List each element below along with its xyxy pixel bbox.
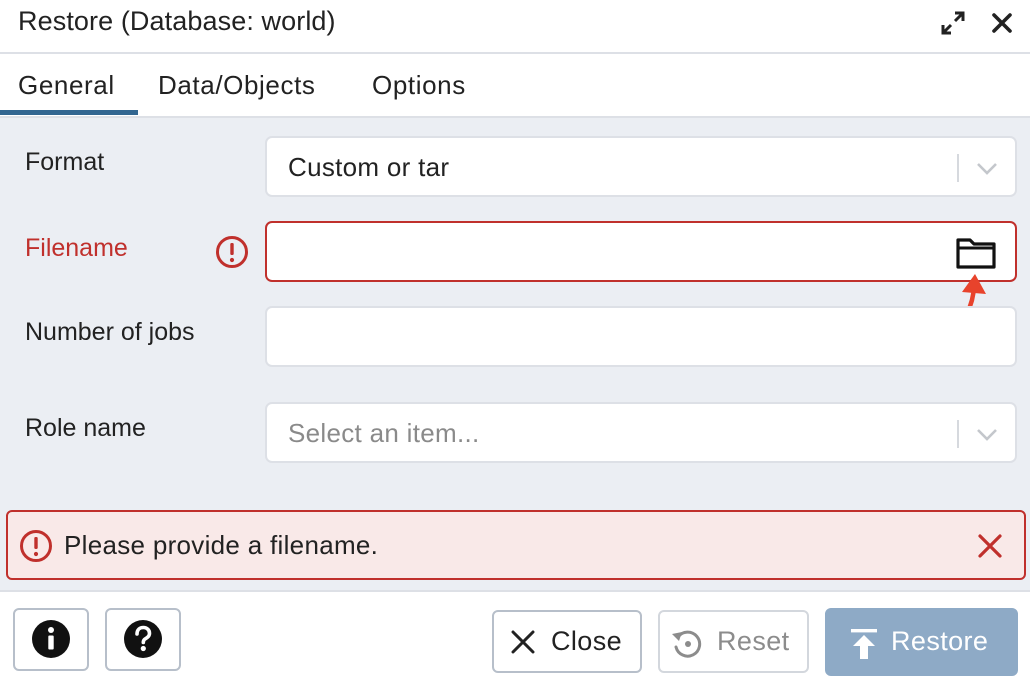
close-icon[interactable] bbox=[976, 532, 1004, 560]
chevron-down-icon[interactable] bbox=[973, 156, 1001, 180]
active-tab-indicator bbox=[0, 110, 138, 115]
jobs-label: Number of jobs bbox=[25, 318, 195, 346]
close-icon bbox=[511, 630, 535, 654]
filename-label: Filename bbox=[25, 234, 128, 262]
select-divider bbox=[957, 420, 959, 448]
folder-icon[interactable] bbox=[955, 236, 997, 270]
reset-icon bbox=[672, 630, 702, 658]
tab-bar: General Data/Objects Options bbox=[0, 56, 1030, 118]
jobs-input[interactable] bbox=[265, 306, 1017, 367]
close-icon[interactable] bbox=[987, 8, 1017, 38]
help-button[interactable] bbox=[105, 608, 181, 671]
reset-button[interactable]: Reset bbox=[658, 610, 809, 673]
format-label: Format bbox=[25, 148, 105, 176]
restore-button-label: Restore bbox=[891, 626, 989, 656]
select-divider bbox=[957, 154, 959, 182]
tab-options[interactable]: Options bbox=[372, 70, 466, 101]
format-select[interactable]: Custom or tar bbox=[265, 136, 1017, 197]
help-icon bbox=[124, 620, 162, 658]
reset-button-label: Reset bbox=[717, 626, 790, 656]
close-button-label: Close bbox=[551, 626, 623, 656]
info-button[interactable] bbox=[13, 608, 89, 671]
dialog-titlebar: Restore (Database: world) bbox=[0, 0, 1030, 54]
tab-data-objects[interactable]: Data/Objects bbox=[158, 70, 316, 101]
error-icon bbox=[19, 529, 53, 563]
maximize-icon[interactable] bbox=[938, 8, 968, 38]
role-label: Role name bbox=[25, 414, 146, 442]
chevron-down-icon[interactable] bbox=[973, 422, 1001, 446]
dialog-title: Restore (Database: world) bbox=[18, 6, 336, 36]
restore-button[interactable]: Restore bbox=[825, 608, 1018, 676]
role-select[interactable]: Select an item... bbox=[265, 402, 1017, 463]
alert-message: Please provide a filename. bbox=[64, 530, 379, 560]
role-placeholder: Select an item... bbox=[288, 418, 480, 448]
error-alert: Please provide a filename. bbox=[6, 510, 1026, 580]
dialog-footer: Close Reset Restore bbox=[0, 590, 1030, 690]
restore-upload-icon bbox=[851, 629, 877, 659]
info-icon bbox=[32, 620, 70, 658]
format-value: Custom or tar bbox=[288, 152, 450, 182]
close-button[interactable]: Close bbox=[492, 610, 642, 673]
error-icon bbox=[215, 235, 249, 269]
tab-general[interactable]: General bbox=[18, 70, 115, 101]
